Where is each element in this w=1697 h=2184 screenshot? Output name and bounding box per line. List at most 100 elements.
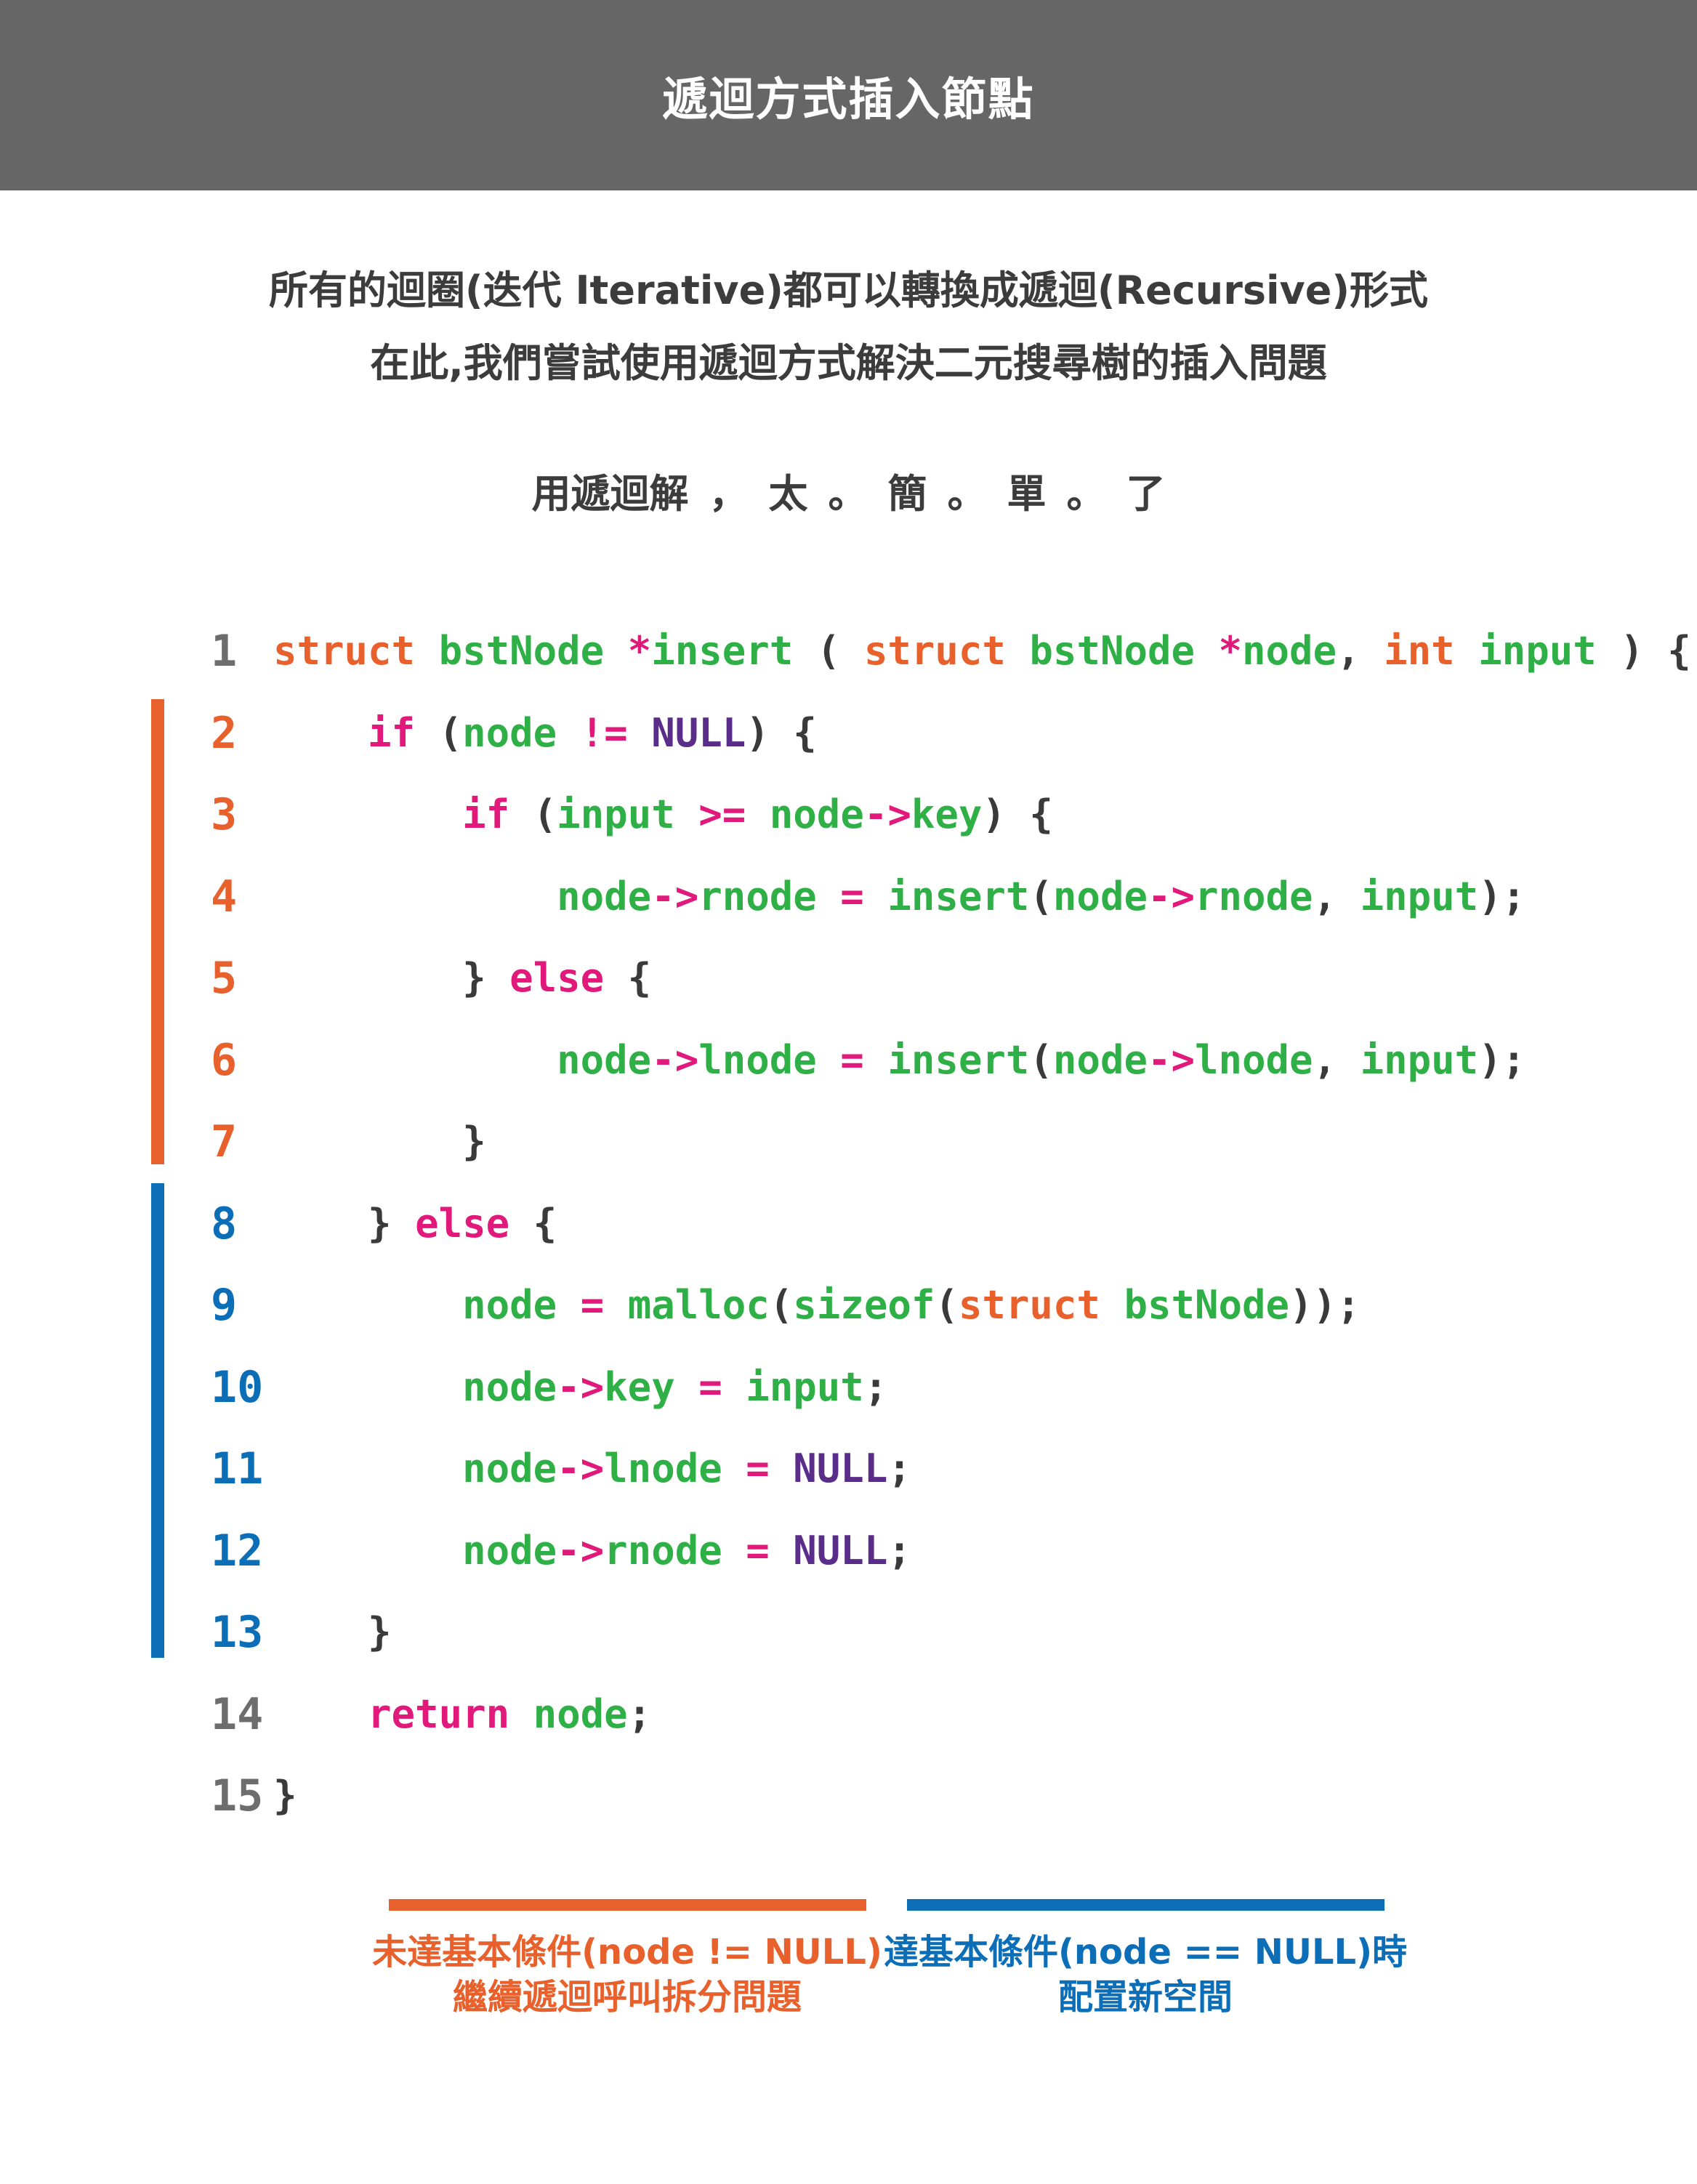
code-token: input [1360,1036,1479,1083]
code-token: else [509,955,605,1001]
code-token: { [509,1200,557,1246]
code-token: node [1052,873,1148,919]
tagline-part: 。 [947,471,987,517]
legend-text-line: 達基本條件(node == NULL)時 [883,1932,1408,1973]
code-token: lnode [698,1036,817,1083]
code-token: )); [1289,1282,1361,1328]
code-token: -> [651,1036,699,1083]
code-token: node [462,1363,557,1410]
code-token: ) { [1596,628,1691,674]
code-token: insert [887,1036,1030,1083]
code-token: ( [1029,873,1053,919]
code-text: } [273,1755,297,1837]
code-token: struct [273,628,416,674]
code-token: { [604,955,652,1001]
code-token: bstNode [1029,628,1195,674]
tagline-part: 簡 [887,471,927,517]
code-token: } [273,1119,486,1164]
code-token: lnode [604,1446,722,1491]
code-text: node->lnode = insert(node->lnode, input)… [273,1020,1525,1102]
code-token: = [746,1527,770,1573]
code-token: else [415,1200,510,1246]
code-token: ( [793,628,864,674]
code-token: key [604,1363,675,1410]
code-token: key [911,791,983,837]
code-token: if [368,709,416,756]
code-token: int [1384,628,1455,674]
code-token: node [462,1446,557,1491]
code-token: node [557,1036,652,1083]
code-token: -> [1147,1036,1195,1083]
code-token: rnode [1195,873,1313,919]
code-token: malloc [627,1282,770,1328]
tagline-part: 單 [1007,471,1047,517]
code-token: = [840,873,864,919]
code-text: node->lnode = NULL; [273,1428,911,1510]
code-token: = [840,1036,864,1083]
code-text: node->rnode = insert(node->rnode, input)… [273,856,1525,938]
legend-text-line: 配置新空間 [1057,1977,1233,2018]
code-token: ( [509,791,557,837]
code-token: NULL [793,1446,888,1491]
tagline: 用遞迴解，太。簡。單。了 [0,462,1697,519]
code-token: node [462,1282,557,1328]
code-token: , [1337,628,1384,674]
code-token: NULL [651,709,746,756]
intro-line-2: 在此,我們嘗試使用遞迴方式解決二元搜尋樹的插入問題 [370,340,1327,386]
code-token: NULL [793,1527,888,1573]
code-token: -> [557,1363,605,1410]
code-token: input [1360,873,1479,919]
code-text: node->key = input; [273,1347,887,1429]
tagline-part: 太 [768,471,808,517]
code-token: * [627,628,652,674]
code-token: } [273,1609,392,1655]
code-token: struct [958,1282,1100,1328]
code-token: node [769,791,864,837]
code-token: } [273,955,510,1001]
code-token: bstNode [438,628,605,674]
code-token: ); [1478,1036,1526,1083]
intro-line-1: 所有的迴圈(迭代 Iterative)都可以轉換成遞迴(Recursive)形式 [268,267,1429,313]
code-token: , [1313,873,1361,919]
code-token: ( [1029,1036,1053,1083]
base-case-bracket [151,1183,164,1658]
base-case-legend: 達基本條件(node == NULL)時 配置新空間 [869,1930,1422,2020]
code-token: node [462,1527,557,1573]
tagline-part: ， [709,471,749,517]
tagline-part: 了 [1126,471,1166,517]
tagline-part: 。 [1066,471,1106,517]
code-token: return [368,1691,510,1737]
legend-text-line: 未達基本條件(node != NULL) [372,1932,882,1973]
code-token: >= [698,791,746,837]
base-case-legend-line [907,1899,1384,1911]
code-token: -> [1147,873,1195,919]
code-token: ; [887,1446,911,1491]
page-title: 遞迴方式插入節點 [662,73,1035,126]
code-token: * [1218,628,1243,674]
code-token: -> [557,1527,605,1573]
code-token: insert [887,873,1030,919]
